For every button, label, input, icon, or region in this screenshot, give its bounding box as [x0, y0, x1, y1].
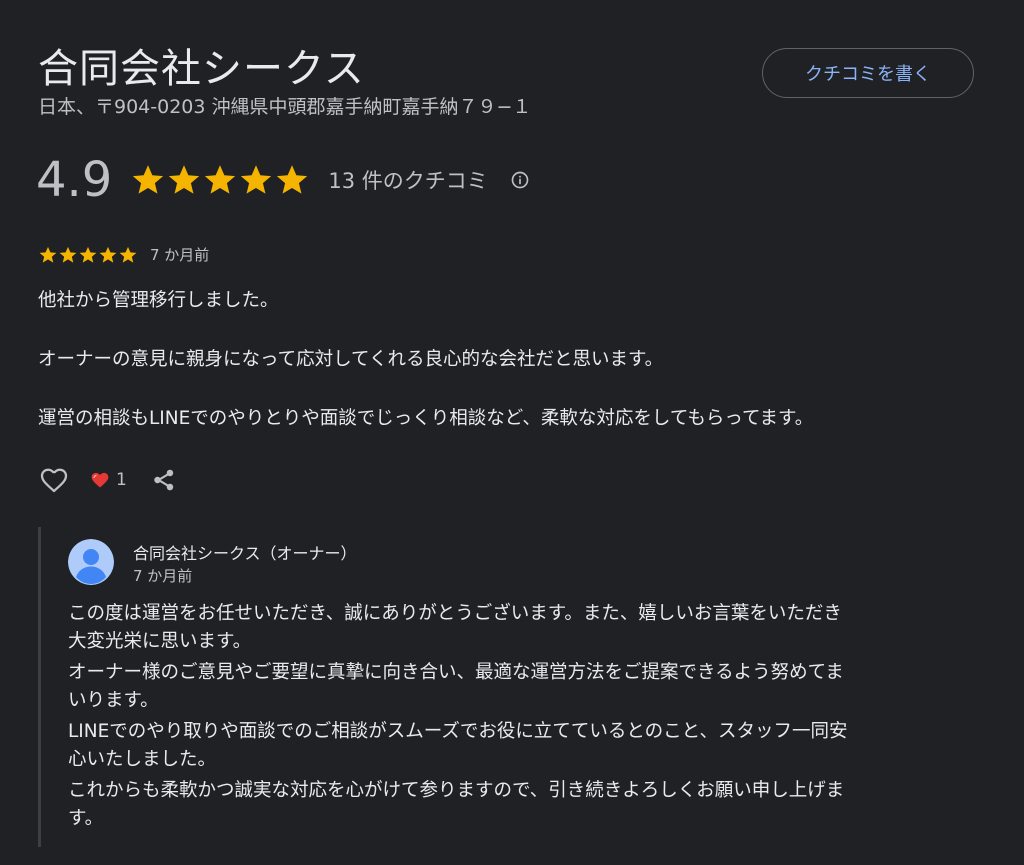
reply-line: 大変光栄に思います。	[68, 631, 252, 652]
average-rating: 4.9	[36, 152, 113, 208]
business-name: 合同会社シークス	[38, 46, 365, 92]
business-address: 日本、〒904-0203 沖縄県中頭郡嘉手納町嘉手納７９−１	[38, 96, 532, 118]
reaction-count: 1	[116, 470, 127, 490]
reply-line: 心いたしました。	[68, 749, 217, 770]
reply-line: LINEでのやり取りや面談でのご相談がスムーズでお役に立てているとのこと、スタッ…	[68, 721, 848, 742]
info-icon[interactable]	[510, 170, 530, 190]
review-paragraph: 運営の相談もLINEでのやりとりや面談でじっくり相談など、柔軟な対応をしてもらっ…	[38, 408, 814, 429]
star-icon	[99, 246, 117, 263]
reply-line: す。	[68, 808, 104, 829]
write-review-button[interactable]: クチコミを書く	[762, 48, 974, 98]
star-icon	[169, 165, 200, 194]
rating-stars	[130, 162, 310, 198]
review-stars	[38, 245, 138, 265]
review-rating: 7 か月前	[38, 244, 209, 265]
user-avatar-icon	[68, 539, 114, 585]
red-heart-icon	[90, 470, 110, 490]
star-icon	[133, 165, 164, 194]
review-panel: 合同会社シークス 日本、〒904-0203 沖縄県中頭郡嘉手納町嘉手納７９−１ …	[0, 0, 1024, 865]
star-icon	[79, 246, 97, 263]
share-icon[interactable]	[151, 467, 177, 493]
owner-name: 合同会社シークス（オーナー）	[133, 544, 357, 563]
avatar	[68, 539, 114, 585]
owner-reply: 合同会社シークス（オーナー） 7 か月前 この度は運営をお任せいただき、誠にあり…	[38, 527, 978, 847]
heart-outline-icon[interactable]	[38, 464, 70, 496]
reply-line: オーナー様のご意見やご要望に真摯に向き合い、最適な運営方法をご提案できるよう努め…	[68, 662, 844, 683]
star-icon	[241, 165, 272, 194]
review-time: 7 か月前	[150, 246, 210, 264]
star-icon	[205, 165, 236, 194]
review-paragraph: オーナーの意見に親身になって応対してくれる良心的な会社だと思います。	[38, 349, 664, 370]
star-icon	[39, 246, 57, 263]
reply-line: いります。	[68, 690, 159, 711]
star-icon	[119, 246, 137, 263]
review-paragraph: 他社から管理移行しました。	[38, 290, 279, 311]
reply-line: この度は運営をお任せいただき、誠にありがとうございます。また、嬉しいお言葉をいた…	[68, 603, 842, 624]
review-actions: 1	[38, 463, 177, 497]
star-icon	[59, 246, 77, 263]
review-count[interactable]: 13 件のクチコミ	[328, 165, 487, 195]
rating-summary: 4.9 13 件のクチコミ	[36, 152, 530, 208]
reaction-summary[interactable]: 1	[90, 470, 127, 490]
owner-reply-time: 7 か月前	[133, 567, 193, 585]
reply-line: これからも柔軟かつ誠実な対応を心がけて参りますので、引き続きよろしくお願い申し上…	[68, 780, 845, 801]
star-icon	[277, 165, 308, 194]
